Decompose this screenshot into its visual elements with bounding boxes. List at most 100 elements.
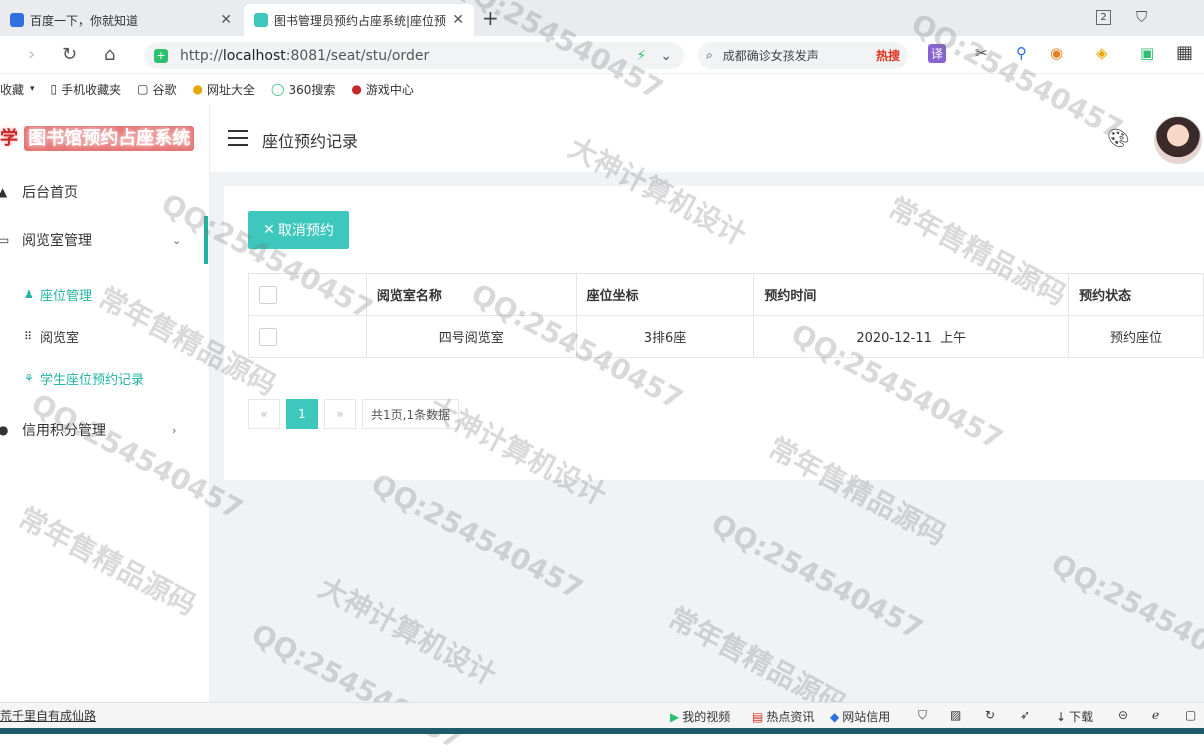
- chevron-right-icon: ›: [172, 423, 177, 437]
- browser-tab-baidu[interactable]: 百度一下，你就知道 ✕: [0, 4, 242, 36]
- close-icon: ✕: [263, 222, 275, 238]
- search-suggestion: 成都确诊女孩发声: [722, 49, 819, 63]
- game-center-icon: ●: [351, 82, 362, 96]
- cell-room: 四号阅览室: [365, 315, 577, 358]
- sidebar-item-reading-room-list[interactable]: ⠿ 阅览室: [0, 316, 210, 356]
- select-all-checkbox[interactable]: [259, 285, 277, 304]
- shield-icon[interactable]: ⛉: [918, 708, 927, 723]
- close-icon[interactable]: ✕: [452, 12, 464, 28]
- lightning-icon[interactable]: ⚡: [636, 48, 646, 64]
- monitor-icon: ▭: [0, 233, 10, 247]
- cancel-reservation-button[interactable]: ✕ 取消预约: [248, 211, 349, 249]
- rocket-icon[interactable]: ➶: [1020, 708, 1030, 722]
- secure-shield-icon: +: [154, 48, 168, 63]
- ie-icon[interactable]: ℯ: [1152, 708, 1159, 722]
- bookmark-mobile[interactable]: ▯ 手机收藏夹: [51, 81, 122, 98]
- chevron-down-icon: ⌄: [172, 233, 182, 247]
- active-menu-indicator: [204, 216, 208, 264]
- shield-coin-icon[interactable]: ◈: [1096, 44, 1108, 62]
- status-my-videos[interactable]: ▶ 我的视频: [670, 708, 730, 725]
- home-icon: ▲: [0, 185, 8, 199]
- row-checkbox[interactable]: [259, 327, 277, 346]
- browser-tab-seat[interactable]: 图书管理员预约占座系统|座位预 ✕: [244, 4, 474, 36]
- refresh-icon[interactable]: ↻: [985, 708, 995, 722]
- status-news-link[interactable]: 荒千里自有成仙路: [0, 707, 96, 724]
- news-icon: ▤: [752, 709, 764, 724]
- close-icon[interactable]: ✕: [220, 12, 232, 28]
- chevron-down-icon[interactable]: ⌄: [660, 48, 672, 64]
- column-header-room: 阅览室名称: [365, 273, 577, 316]
- column-header-status: 预约状态: [1068, 273, 1204, 316]
- cell-status: 预约座位: [1068, 315, 1204, 358]
- next-page-button[interactable]: »: [324, 399, 356, 429]
- url-host: localhost: [222, 47, 286, 64]
- status-hot-news[interactable]: ▤ 热点资讯: [752, 708, 814, 725]
- users-icon: ⚘: [24, 371, 34, 385]
- reload-icon[interactable]: ↻: [62, 44, 77, 65]
- grid-menu-icon[interactable]: ▦: [1176, 42, 1193, 63]
- globe-icon: ●: [192, 82, 204, 96]
- bookmark-games[interactable]: ● 游戏中心: [351, 81, 414, 98]
- sidebar-item-reading-room[interactable]: ▭ 阅览室管理 ⌄: [0, 218, 210, 262]
- site-favicon-icon: [254, 13, 268, 27]
- bookmark-google[interactable]: ▢ 谷歌: [137, 81, 176, 98]
- scissors-icon[interactable]: ✂: [975, 44, 988, 62]
- sidebar-item-reservation-records[interactable]: ⚘ 学生座位预约记录: [0, 358, 210, 398]
- green-app-icon[interactable]: ▣: [1140, 44, 1154, 62]
- search-icon: ⌕: [706, 48, 713, 62]
- gamepad-icon[interactable]: ◉: [1050, 44, 1063, 62]
- user-icon: ●: [0, 423, 9, 437]
- droplet-icon: ◆: [830, 709, 840, 724]
- link-icon[interactable]: ⊝: [1118, 708, 1128, 722]
- shirt-icon[interactable]: ⛉: [1136, 8, 1147, 26]
- app-header: 座位预约记录 🎨︎: [210, 104, 1204, 172]
- column-header-time: 预约时间: [753, 273, 1070, 316]
- tab-label: 百度一下，你就知道: [30, 13, 139, 28]
- download-icon: ↓: [1056, 709, 1067, 724]
- image-icon[interactable]: ▨: [950, 708, 961, 722]
- hot-search-badge[interactable]: 热搜: [876, 47, 900, 64]
- palette-icon[interactable]: 🎨︎: [1107, 128, 1130, 149]
- url-path: :8081/seat/stu/order: [285, 47, 430, 64]
- translate-button[interactable]: 译: [928, 44, 947, 63]
- select-all-cell: [248, 273, 367, 316]
- pagination-info: 共1页,1条数据: [362, 399, 460, 429]
- menu-toggle-icon[interactable]: [228, 130, 248, 146]
- os-taskbar: [0, 728, 1204, 734]
- tab-label: 图书管理员预约占座系统|座位预: [274, 13, 447, 28]
- browser-status-bar: 荒千里自有成仙路 ▶ 我的视频 ▤ 热点资讯 ◆ 网站信用 ⛉ ▨ ↻ ➶ ↓ 下载 ⊝…: [0, 702, 1204, 728]
- magnifier-icon[interactable]: ⚲: [1016, 44, 1027, 62]
- new-tab-button[interactable]: +: [482, 6, 499, 30]
- table-header-row: 阅览室名称 座位坐标 预约时间 预约状态: [248, 273, 1204, 316]
- person-icon: ♟: [24, 287, 34, 301]
- search-input[interactable]: ⌕ 成都确诊女孩发声 热搜: [698, 42, 908, 69]
- home-icon[interactable]: ⌂: [104, 44, 115, 65]
- pagination: « 1 » 共1页,1条数据: [248, 398, 465, 430]
- tab-count-badge[interactable]: 2: [1096, 10, 1111, 25]
- window-icon[interactable]: ▢: [1185, 708, 1196, 722]
- forward-icon[interactable]: ›: [28, 44, 35, 65]
- table-row[interactable]: 四号阅览室 3排6座 2020-12-11 上午 预约座位: [248, 315, 1204, 358]
- bookmarks-bar: 收藏 ▾ ▯ 手机收藏夹 ▢ 谷歌 ● 网址大全 ◯ 360搜索 ● 游戏中心: [0, 75, 1204, 103]
- reservation-table: 阅览室名称 座位坐标 预约时间 预约状态 四号阅览室 3排6座 2020-12-…: [248, 273, 1204, 358]
- page-icon: ▢: [137, 82, 149, 96]
- browser-address-row: › ↻ ⌂ + http://localhost:8081/seat/stu/o…: [0, 36, 1204, 74]
- page-1-button[interactable]: 1: [286, 399, 318, 429]
- app-logo: 学 图书馆预约占座系统: [0, 124, 195, 151]
- url-prefix: http://: [180, 47, 223, 64]
- status-download[interactable]: ↓ 下载: [1056, 708, 1093, 725]
- status-site-credit[interactable]: ◆ 网站信用: [830, 708, 890, 725]
- page-title: 座位预约记录: [262, 132, 359, 151]
- avatar[interactable]: [1154, 116, 1202, 164]
- sidebar-item-seat-management[interactable]: ♟ 座位管理: [0, 274, 210, 314]
- sidebar-item-credit[interactable]: ● 信用积分管理 ›: [0, 408, 210, 452]
- bookmark-360[interactable]: ◯ 360搜索: [271, 81, 335, 98]
- 360-icon: ◯: [271, 82, 285, 96]
- bookmark-hao[interactable]: ● 网址大全: [193, 81, 256, 98]
- url-field[interactable]: + http://localhost:8081/seat/stu/order ⚡…: [144, 42, 684, 69]
- sidebar-item-home[interactable]: ▲ 后台首页: [0, 170, 210, 214]
- bookmark-favorites[interactable]: 收藏 ▾: [0, 81, 35, 98]
- prev-page-button[interactable]: «: [248, 399, 280, 429]
- cell-seat: 3排6座: [575, 315, 755, 358]
- row-select-cell: [248, 315, 367, 358]
